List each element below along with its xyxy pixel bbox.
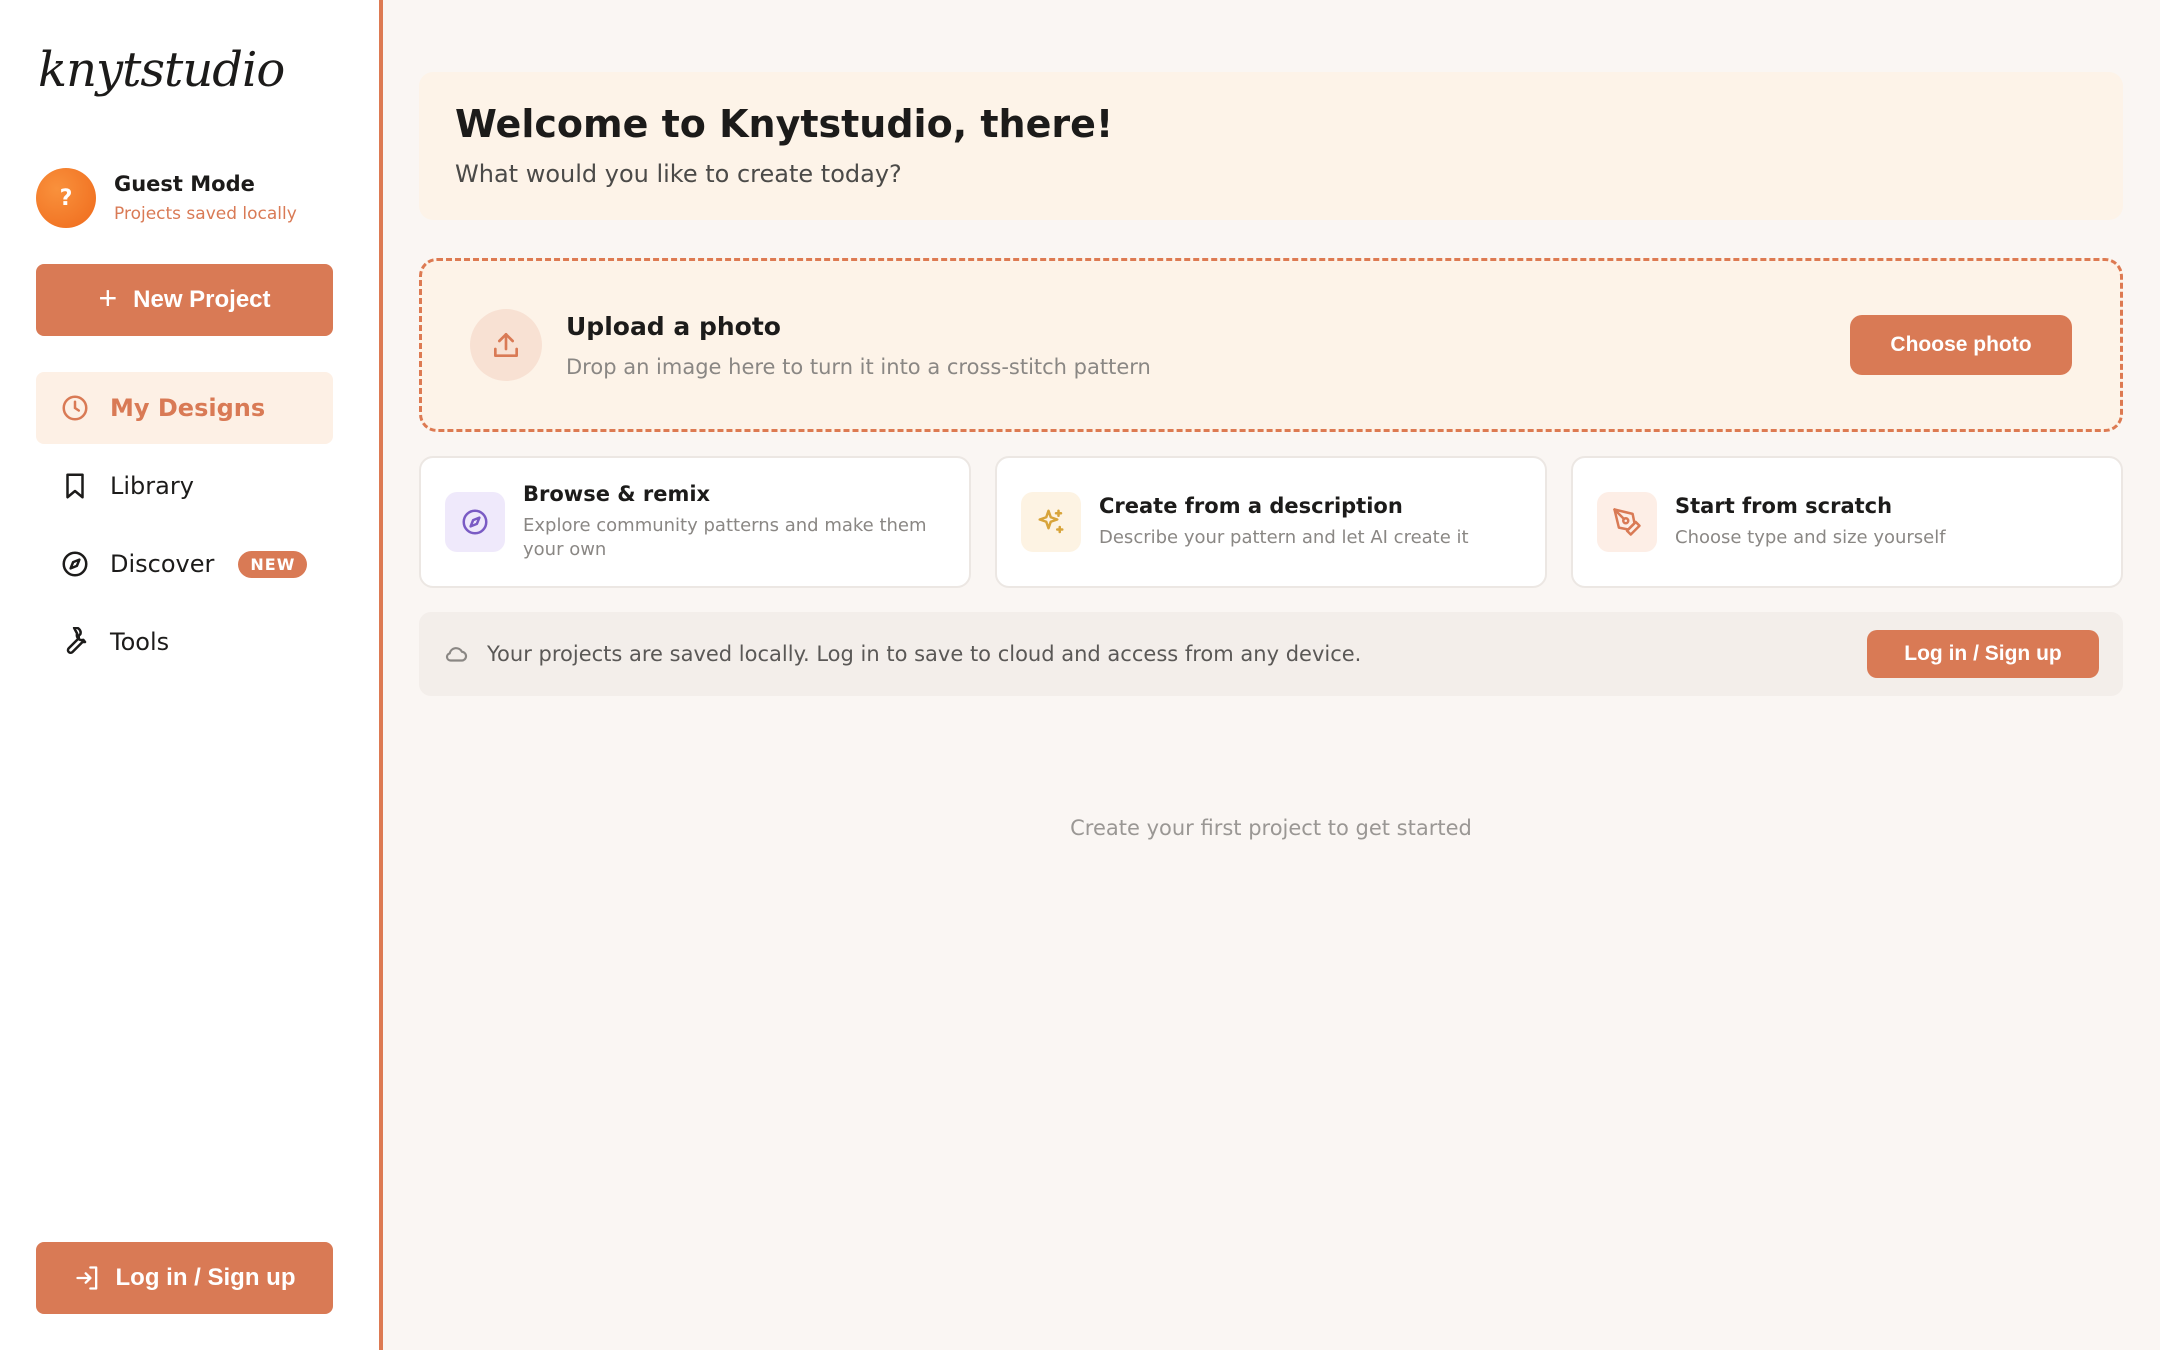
sidebar-login-button[interactable]: Log in / Sign up	[36, 1242, 333, 1314]
card-icon-box	[445, 492, 505, 552]
login-icon	[75, 1266, 97, 1290]
browse-remix-card[interactable]: Browse & remix Explore community pattern…	[419, 456, 971, 588]
sidebar: knytstudio ? Guest Mode Projects saved l…	[0, 0, 383, 1350]
card-subtitle: Explore community patterns and make them…	[523, 515, 927, 560]
card-title: Create from a description	[1099, 494, 1403, 518]
cloud-icon	[445, 647, 468, 662]
upload-subtitle: Drop an image here to turn it into a cro…	[566, 354, 1151, 379]
sidebar-item-discover[interactable]: Discover NEW	[36, 528, 333, 600]
new-project-button[interactable]: + New Project	[36, 264, 333, 336]
user-name: Guest Mode	[114, 172, 255, 196]
bookmark-icon	[66, 473, 84, 499]
avatar[interactable]: ?	[36, 168, 96, 228]
empty-state-message: Create your first project to get started	[1070, 816, 1472, 840]
sparkles-icon	[1038, 509, 1064, 534]
app-root: knytstudio ? Guest Mode Projects saved l…	[0, 0, 2160, 1350]
plus-icon: +	[98, 280, 118, 316]
sidebar-login-label: Log in / Sign up	[115, 1264, 296, 1291]
card-icon-box	[1597, 492, 1657, 552]
sidebar-nav: My Designs Library Discover NEW Tools	[36, 372, 333, 684]
sidebar-item-label: Tools	[110, 628, 170, 656]
sidebar-item-tools[interactable]: Tools	[36, 606, 333, 678]
cloud-notice: Your projects are saved locally. Log in …	[419, 612, 2123, 696]
sidebar-item-label: My Designs	[110, 394, 266, 422]
sidebar-item-library[interactable]: Library	[36, 450, 333, 522]
main-content: Welcome to Knytstudio, there! What would…	[383, 0, 2160, 1350]
choose-photo-button[interactable]: Choose photo	[1850, 315, 2072, 375]
sidebar-item-label: Library	[110, 472, 194, 500]
card-title: Browse & remix	[523, 482, 711, 506]
create-from-description-card[interactable]: Create from a description Describe your …	[995, 456, 1547, 588]
page-subtitle: What would you like to create today?	[455, 160, 902, 188]
page-title: Welcome to Knytstudio, there!	[455, 102, 1114, 146]
upload-icon	[494, 333, 518, 357]
new-badge: NEW	[238, 550, 308, 578]
card-subtitle: Choose type and size yourself	[1675, 527, 1946, 548]
pen-icon	[1613, 508, 1641, 536]
new-project-label: New Project	[133, 286, 271, 313]
app-logo[interactable]: knytstudio	[38, 42, 285, 98]
upload-icon-circle	[470, 309, 542, 381]
wrench-icon	[66, 627, 87, 655]
user-card: ? Guest Mode Projects saved locally	[36, 168, 297, 228]
upload-title: Upload a photo	[566, 311, 781, 341]
cloud-login-button[interactable]: Log in / Sign up	[1867, 630, 2099, 678]
sidebar-item-my-designs[interactable]: My Designs	[36, 372, 333, 444]
compass-icon	[462, 509, 488, 535]
user-status: Projects saved locally	[114, 204, 297, 224]
card-icon-box	[1021, 492, 1081, 552]
card-title: Start from scratch	[1675, 494, 1893, 518]
start-from-scratch-card[interactable]: Start from scratch Choose type and size …	[1571, 456, 2123, 588]
welcome-banner: Welcome to Knytstudio, there! What would…	[419, 72, 2123, 220]
upload-dropzone[interactable]: Upload a photo Drop an image here to tur…	[419, 258, 2123, 432]
compass-icon	[62, 551, 88, 577]
sidebar-item-label: Discover	[110, 550, 215, 578]
clock-icon	[62, 395, 88, 421]
create-options: Browse & remix Explore community pattern…	[419, 456, 2123, 588]
card-subtitle: Describe your pattern and let AI create …	[1099, 527, 1469, 548]
cloud-notice-text: Your projects are saved locally. Log in …	[487, 642, 1362, 666]
